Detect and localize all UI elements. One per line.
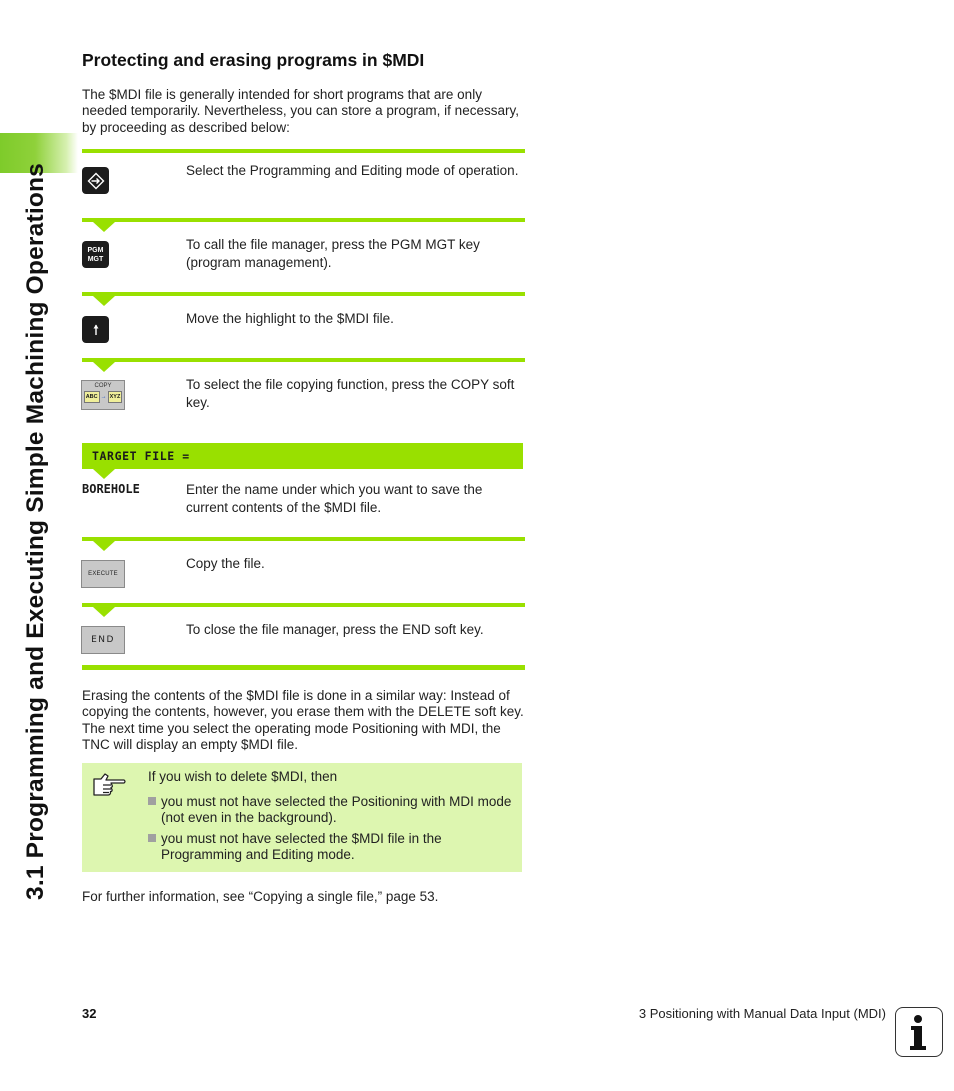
info-icon [895, 1007, 943, 1057]
copy-soft-key: COPY ABC → XYZ [81, 380, 125, 410]
cross-reference-link[interactable]: For further information, see “Copying a … [82, 889, 527, 905]
step-5-text: Enter the name under which you want to s… [186, 482, 483, 515]
step-arrow-icon [93, 222, 115, 232]
arrow-up-icon [93, 324, 98, 335]
note-bullet: you must not have selected the Positioni… [148, 794, 518, 825]
footer-chapter-title: 3 Positioning with Manual Data Input (MD… [638, 1006, 886, 1021]
step-arrow-icon [93, 469, 115, 479]
arrow-up-key [82, 316, 109, 343]
bullet-square-icon [148, 797, 156, 805]
step-2-text: To call the file manager, press the PGM … [186, 237, 480, 270]
note-lead-text: If you wish to delete $MDI, then [148, 769, 338, 784]
note-bullet-text: you must not have selected the $MDI file… [161, 831, 442, 863]
step-divider [82, 292, 525, 296]
step-4-text: To select the file copying function, pre… [186, 377, 515, 410]
note-bullet-text: you must not have selected the Positioni… [161, 794, 512, 826]
target-file-input-value: BOREHOLE [82, 482, 140, 496]
programming-editing-mode-key [82, 167, 109, 194]
pgm-mgt-key: PGM MGT [82, 241, 109, 268]
step-arrow-icon [93, 362, 115, 372]
execute-soft-key: EXECUTE [81, 560, 125, 588]
step-arrow-icon [93, 296, 115, 306]
steps-end-divider [82, 665, 525, 670]
note-box: If you wish to delete $MDI, then you mus… [82, 763, 522, 872]
intro-paragraph: The $MDI file is generally intended for … [82, 87, 519, 135]
copy-target-file-icon: XYZ [107, 391, 123, 403]
step-divider [82, 358, 525, 362]
step-arrow-icon [93, 607, 115, 617]
copy-source-file-icon: ABC [83, 391, 100, 403]
step-6-text: Copy the file. [186, 556, 265, 571]
step-3-text: Move the highlight to the $MDI file. [186, 311, 394, 326]
execute-key-label: EXECUTE [88, 571, 118, 577]
step-arrow-icon [93, 541, 115, 551]
page-number: 32 [82, 1006, 97, 1021]
section-heading: Protecting and erasing programs in $MDI [82, 50, 425, 70]
pointing-hand-icon [93, 773, 126, 796]
step-1-text: Select the Programming and Editing mode … [186, 163, 519, 178]
diamond-arrow-icon [87, 172, 104, 189]
erase-paragraph: Erasing the contents of the $MDI file is… [82, 688, 524, 752]
step-divider [82, 149, 525, 153]
note-bullet: you must not have selected the $MDI file… [148, 831, 518, 862]
copy-arrow-icon: → [100, 394, 107, 400]
step-divider [82, 603, 525, 607]
step-divider [82, 537, 525, 541]
end-soft-key: END [81, 626, 125, 654]
sidebar-chapter-title: 3.1 Programming and Executing Simple Mac… [22, 162, 49, 900]
end-key-label: END [91, 635, 115, 645]
step-divider [82, 218, 525, 222]
mgt-key-label: MGT [87, 255, 104, 263]
target-file-dialog-prompt: TARGET FILE = [82, 443, 523, 469]
pgm-key-label: PGM [87, 246, 104, 254]
step-7-text: To close the file manager, press the END… [186, 622, 484, 637]
bullet-square-icon [148, 834, 156, 842]
copy-key-label: COPY [94, 383, 112, 389]
